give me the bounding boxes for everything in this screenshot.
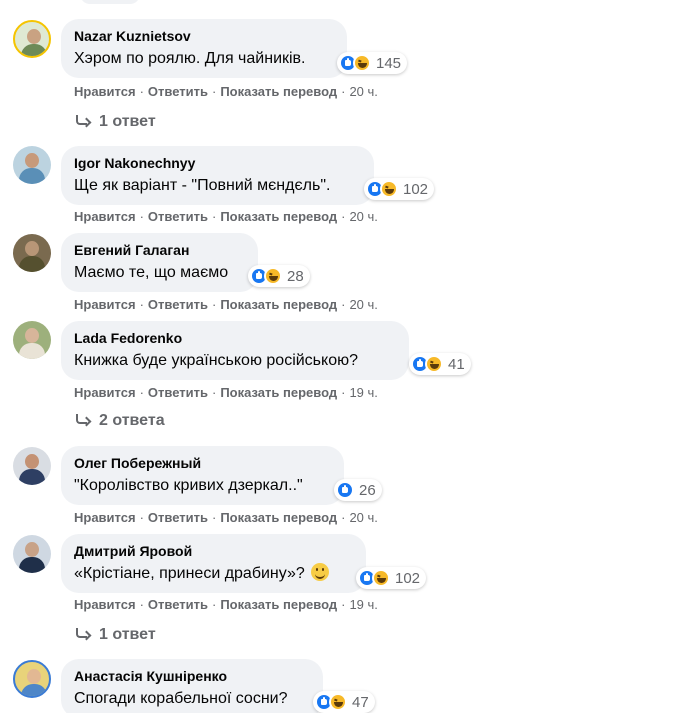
comment-author[interactable]: Евгений Галаган xyxy=(74,241,246,259)
comment-bubble: Igor Nakonechnyy Ще як варіант - "Повний… xyxy=(61,146,374,205)
smiling-face-icon xyxy=(310,563,329,581)
reaction-count: 26 xyxy=(359,481,376,499)
comment-time[interactable]: 19 ч. xyxy=(349,597,377,612)
comment-author[interactable]: Дмитрий Яровой xyxy=(74,542,354,560)
reaction-count: 145 xyxy=(376,54,402,72)
comment-text: Ще як варіант - "Повний мєндєль". xyxy=(74,177,331,194)
comment-bubble: Дмитрий Яровой «Крістіане, принеси драби… xyxy=(61,534,366,593)
comment-bubble: Анастасія Кушніренко Спогади корабельної… xyxy=(61,659,323,713)
avatar[interactable] xyxy=(13,146,51,184)
view-replies-link[interactable]: 2 ответа xyxy=(74,412,165,430)
reactions-summary[interactable]: 47 xyxy=(313,691,375,713)
comment-author[interactable]: Анастасія Кушніренко xyxy=(74,667,311,685)
reply-link[interactable]: Ответить xyxy=(148,297,208,312)
comment-author[interactable]: Lada Fedorenko xyxy=(74,329,397,347)
like-link[interactable]: Нравится xyxy=(74,209,136,224)
reactions-summary[interactable]: 41 xyxy=(409,353,471,375)
translate-link[interactable]: Показать перевод xyxy=(220,209,337,224)
haha-icon xyxy=(425,355,443,373)
comment-time[interactable]: 19 ч. xyxy=(349,385,377,400)
comment-author[interactable]: Igor Nakonechnyy xyxy=(74,154,362,172)
comment-actions: Нравится · Ответить · Показать перевод · 20 ч. xyxy=(74,297,378,312)
avatar[interactable] xyxy=(13,20,51,58)
haha-icon xyxy=(372,569,390,587)
avatar[interactable] xyxy=(13,321,51,359)
comment-text: "Королівство кривих дзеркал.." xyxy=(74,477,303,494)
reactions-summary[interactable]: 102 xyxy=(356,567,427,589)
reactions-summary[interactable]: 102 xyxy=(364,178,435,200)
haha-icon xyxy=(380,180,398,198)
previous-comment-edge xyxy=(80,0,140,4)
reactions-summary[interactable]: 145 xyxy=(337,52,408,74)
reactions-summary[interactable]: 28 xyxy=(248,265,310,287)
reply-link[interactable]: Ответить xyxy=(148,385,208,400)
reaction-count: 41 xyxy=(448,355,465,373)
reply-arrow-icon xyxy=(74,414,90,428)
avatar[interactable] xyxy=(13,447,51,485)
like-icon xyxy=(336,481,354,499)
haha-icon xyxy=(329,693,347,711)
avatar[interactable] xyxy=(13,234,51,272)
view-replies-link[interactable]: 1 ответ xyxy=(74,626,156,644)
comment-time[interactable]: 20 ч. xyxy=(349,209,377,224)
translate-link[interactable]: Показать перевод xyxy=(220,385,337,400)
comment-time[interactable]: 20 ч. xyxy=(349,84,377,99)
reaction-count: 28 xyxy=(287,267,304,285)
comment-text: Спогади корабельної сосни? xyxy=(74,690,288,707)
like-link[interactable]: Нравится xyxy=(74,510,136,525)
reply-link[interactable]: Ответить xyxy=(148,209,208,224)
like-link[interactable]: Нравится xyxy=(74,297,136,312)
comment-time[interactable]: 20 ч. xyxy=(349,510,377,525)
avatar[interactable] xyxy=(13,535,51,573)
avatar[interactable] xyxy=(13,660,51,698)
comment-bubble: Nazar Kuznietsov Хэром по роялю. Для чай… xyxy=(61,19,347,78)
reactions-summary[interactable]: 26 xyxy=(334,479,382,501)
translate-link[interactable]: Показать перевод xyxy=(220,510,337,525)
translate-link[interactable]: Показать перевод xyxy=(220,597,337,612)
reply-arrow-icon xyxy=(74,115,90,129)
comment-author[interactable]: Nazar Kuznietsov xyxy=(74,27,335,45)
view-replies-link[interactable]: 1 ответ xyxy=(74,113,156,131)
comment-bubble: Олег Побережный "Королівство кривих дзер… xyxy=(61,446,344,505)
reply-link[interactable]: Ответить xyxy=(148,84,208,99)
reaction-count: 47 xyxy=(352,693,369,711)
comment-actions: Нравится · Ответить · Показать перевод · 19 ч. xyxy=(74,385,378,400)
comment-actions: Нравится · Ответить · Показать перевод · 20 ч. xyxy=(74,84,378,99)
like-link[interactable]: Нравится xyxy=(74,597,136,612)
comment-text: «Крістіане, принеси драбину»? xyxy=(74,563,354,584)
comment-author[interactable]: Олег Побережный xyxy=(74,454,332,472)
reply-link[interactable]: Ответить xyxy=(148,597,208,612)
reaction-count: 102 xyxy=(403,180,429,198)
reply-link[interactable]: Ответить xyxy=(148,510,208,525)
comment-actions: Нравится · Ответить · Показать перевод · 20 ч. xyxy=(74,510,378,525)
reaction-count: 102 xyxy=(395,569,421,587)
like-link[interactable]: Нравится xyxy=(74,84,136,99)
comment-text: Хэром по роялю. Для чайників. xyxy=(74,50,306,67)
comment-bubble: Евгений Галаган Маємо те, що маємо xyxy=(61,233,258,292)
comment-actions: Нравится · Ответить · Показать перевод · 20 ч. xyxy=(74,209,378,224)
comment-actions: Нравится · Ответить · Показать перевод · 19 ч. xyxy=(74,597,378,612)
comment-text: Маємо те, що маємо xyxy=(74,264,229,281)
translate-link[interactable]: Показать перевод xyxy=(220,84,337,99)
haha-icon xyxy=(264,267,282,285)
comment-bubble: Lada Fedorenko Книжка буде українською р… xyxy=(61,321,409,380)
haha-icon xyxy=(353,54,371,72)
reply-arrow-icon xyxy=(74,628,90,642)
translate-link[interactable]: Показать перевод xyxy=(220,297,337,312)
comment-text: Книжка буде українською російською? xyxy=(74,352,358,369)
like-link[interactable]: Нравится xyxy=(74,385,136,400)
comment-time[interactable]: 20 ч. xyxy=(349,297,377,312)
